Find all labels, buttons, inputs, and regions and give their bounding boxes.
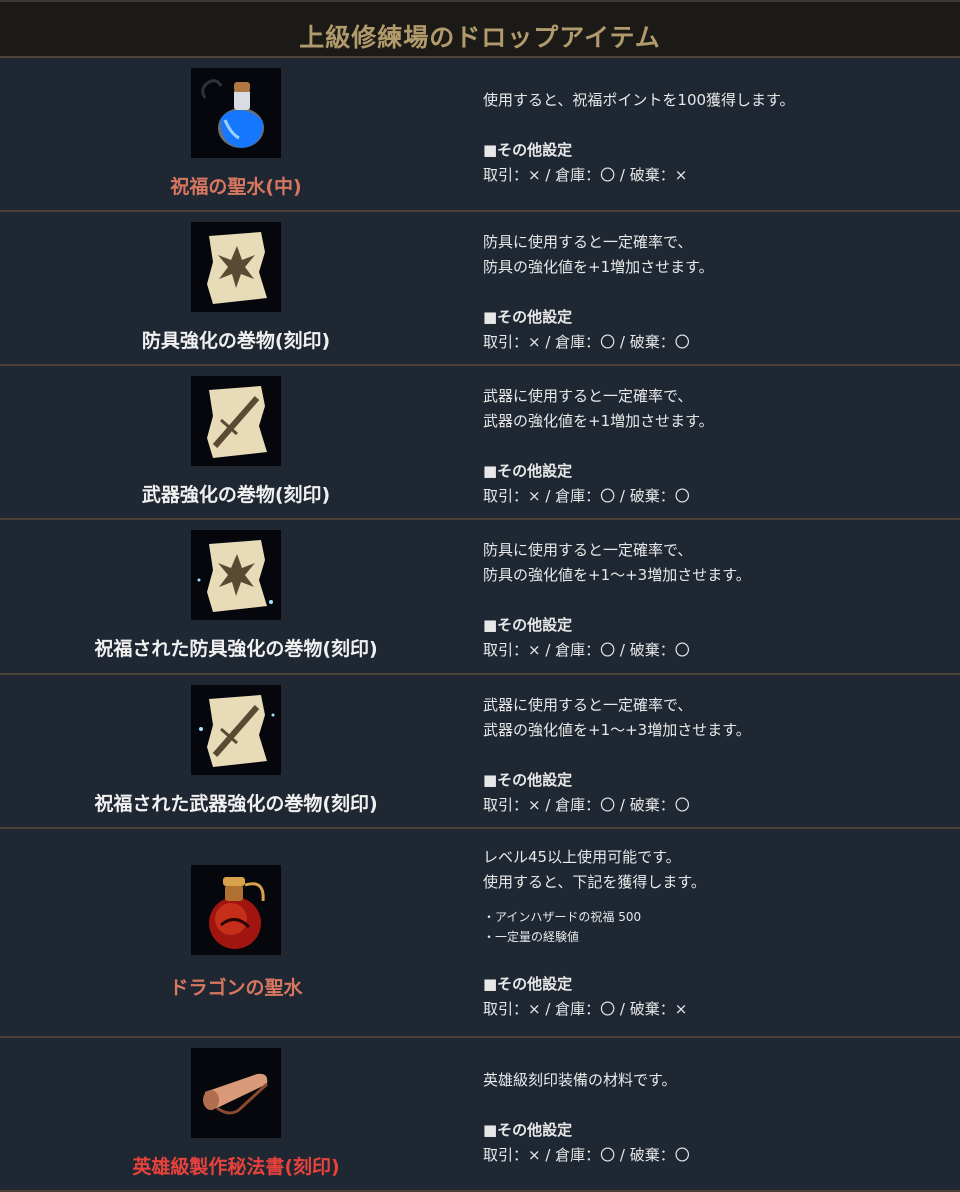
item-description: レベル45以上使用可能です。 使用すると、下記を獲得します。 ・アインハザードの… [472, 829, 960, 1036]
item-name: 英雄級製作秘法書(刻印) [132, 1156, 340, 1178]
item-left-cell: 祝福の聖水(中) [0, 58, 472, 210]
settings-values: 取引：× / 倉庫：〇 / 破棄：〇 [483, 641, 690, 659]
settings-heading: ■その他設定 [483, 141, 573, 159]
armor-scroll-icon [191, 222, 281, 312]
description-line: 英雄級刻印装備の材料です。 [483, 1071, 677, 1089]
item-description: 英雄級刻印装備の材料です。 ■その他設定 取引：× / 倉庫：〇 / 破棄：〇 [472, 1038, 960, 1190]
item-row: 武器強化の巻物(刻印) 武器に使用すると一定確率で、 武器の強化値を+1増加させ… [0, 366, 960, 520]
description-line: レベル45以上使用可能です。 [483, 848, 681, 866]
blessed-armor-scroll-icon [191, 530, 281, 620]
item-description: 使用すると、祝福ポイントを100獲得します。 ■その他設定 取引：× / 倉庫：… [472, 58, 960, 210]
description-line: 防具に使用すると一定確率で、 [483, 541, 693, 559]
description-line: 武器の強化値を+1増加させます。 [483, 412, 714, 430]
description-line: 武器に使用すると一定確率で、 [483, 696, 693, 714]
item-name: 祝福の聖水(中) [170, 176, 302, 198]
item-name: 祝福された防具強化の巻物(刻印) [94, 638, 378, 660]
drop-items-page: 上級修練場のドロップアイテム 祝福の聖水(中) 使用すると、祝福ポイントを100… [0, 0, 960, 1192]
item-row: 防具強化の巻物(刻印) 防具に使用すると一定確率で、 防具の強化値を+1増加させ… [0, 212, 960, 366]
item-row: 祝福された防具強化の巻物(刻印) 防具に使用すると一定確率で、 防具の強化値を+… [0, 520, 960, 675]
page-title: 上級修練場のドロップアイテム [299, 23, 661, 52]
reward-line: ・アインハザードの祝福 500 [483, 910, 642, 924]
item-description: 防具に使用すると一定確率で、 防具の強化値を+1～+3増加させます。 ■その他設… [472, 520, 960, 673]
settings-heading: ■その他設定 [483, 462, 573, 480]
settings-values: 取引：× / 倉庫：〇 / 破棄：〇 [483, 796, 690, 814]
item-row: 祝福された武器強化の巻物(刻印) 武器に使用すると一定確率で、 武器の強化値を+… [0, 675, 960, 829]
item-description: 武器に使用すると一定確率で、 武器の強化値を+1～+3増加させます。 ■その他設… [472, 675, 960, 827]
description-line: 防具の強化値を+1～+3増加させます。 [483, 566, 751, 584]
settings-values: 取引：× / 倉庫：〇 / 破棄：〇 [483, 1146, 690, 1164]
settings-values: 取引：× / 倉庫：〇 / 破棄：〇 [483, 333, 690, 351]
description-line: 武器に使用すると一定確率で、 [483, 387, 693, 405]
description-line: 武器の強化値を+1～+3増加させます。 [483, 721, 751, 739]
item-row: 英雄級製作秘法書(刻印) 英雄級刻印装備の材料です。 ■その他設定 取引：× /… [0, 1038, 960, 1192]
item-row: ドラゴンの聖水 レベル45以上使用可能です。 使用すると、下記を獲得します。 ・… [0, 829, 960, 1038]
blue-potion-icon [191, 68, 281, 158]
settings-heading: ■その他設定 [483, 308, 573, 326]
description-line: 防具の強化値を+1増加させます。 [483, 258, 714, 276]
item-description: 防具に使用すると一定確率で、 防具の強化値を+1増加させます。 ■その他設定 取… [472, 212, 960, 364]
red-potion-icon [191, 865, 281, 955]
item-left-cell: 英雄級製作秘法書(刻印) [0, 1038, 472, 1190]
blessed-weapon-scroll-icon [191, 685, 281, 775]
item-left-cell: 防具強化の巻物(刻印) [0, 212, 472, 364]
page-header: 上級修練場のドロップアイテム [0, 0, 960, 58]
item-left-cell: 祝福された防具強化の巻物(刻印) [0, 520, 472, 673]
description-line: 使用すると、下記を獲得します。 [483, 873, 706, 891]
settings-values: 取引：× / 倉庫：〇 / 破棄：× [483, 166, 688, 184]
item-name: 防具強化の巻物(刻印) [141, 330, 331, 352]
item-left-cell: ドラゴンの聖水 [0, 829, 472, 1036]
item-row: 祝福の聖水(中) 使用すると、祝福ポイントを100獲得します。 ■その他設定 取… [0, 58, 960, 212]
weapon-scroll-icon [191, 376, 281, 466]
item-description: 武器に使用すると一定確率で、 武器の強化値を+1増加させます。 ■その他設定 取… [472, 366, 960, 518]
reward-line: ・一定量の経験値 [483, 930, 580, 944]
item-name: ドラゴンの聖水 [169, 977, 303, 999]
settings-heading: ■その他設定 [483, 771, 573, 789]
settings-heading: ■その他設定 [483, 616, 573, 634]
crafting-scroll-icon [191, 1048, 281, 1138]
settings-heading: ■その他設定 [483, 1121, 573, 1139]
settings-values: 取引：× / 倉庫：〇 / 破棄：〇 [483, 487, 690, 505]
item-left-cell: 祝福された武器強化の巻物(刻印) [0, 675, 472, 827]
item-name: 武器強化の巻物(刻印) [141, 484, 331, 506]
description-line: 使用すると、祝福ポイントを100獲得します。 [483, 91, 795, 109]
item-name: 祝福された武器強化の巻物(刻印) [94, 793, 378, 815]
settings-heading: ■その他設定 [483, 975, 573, 993]
description-line: 防具に使用すると一定確率で、 [483, 233, 693, 251]
item-left-cell: 武器強化の巻物(刻印) [0, 366, 472, 518]
settings-values: 取引：× / 倉庫：〇 / 破棄：× [483, 1000, 688, 1018]
